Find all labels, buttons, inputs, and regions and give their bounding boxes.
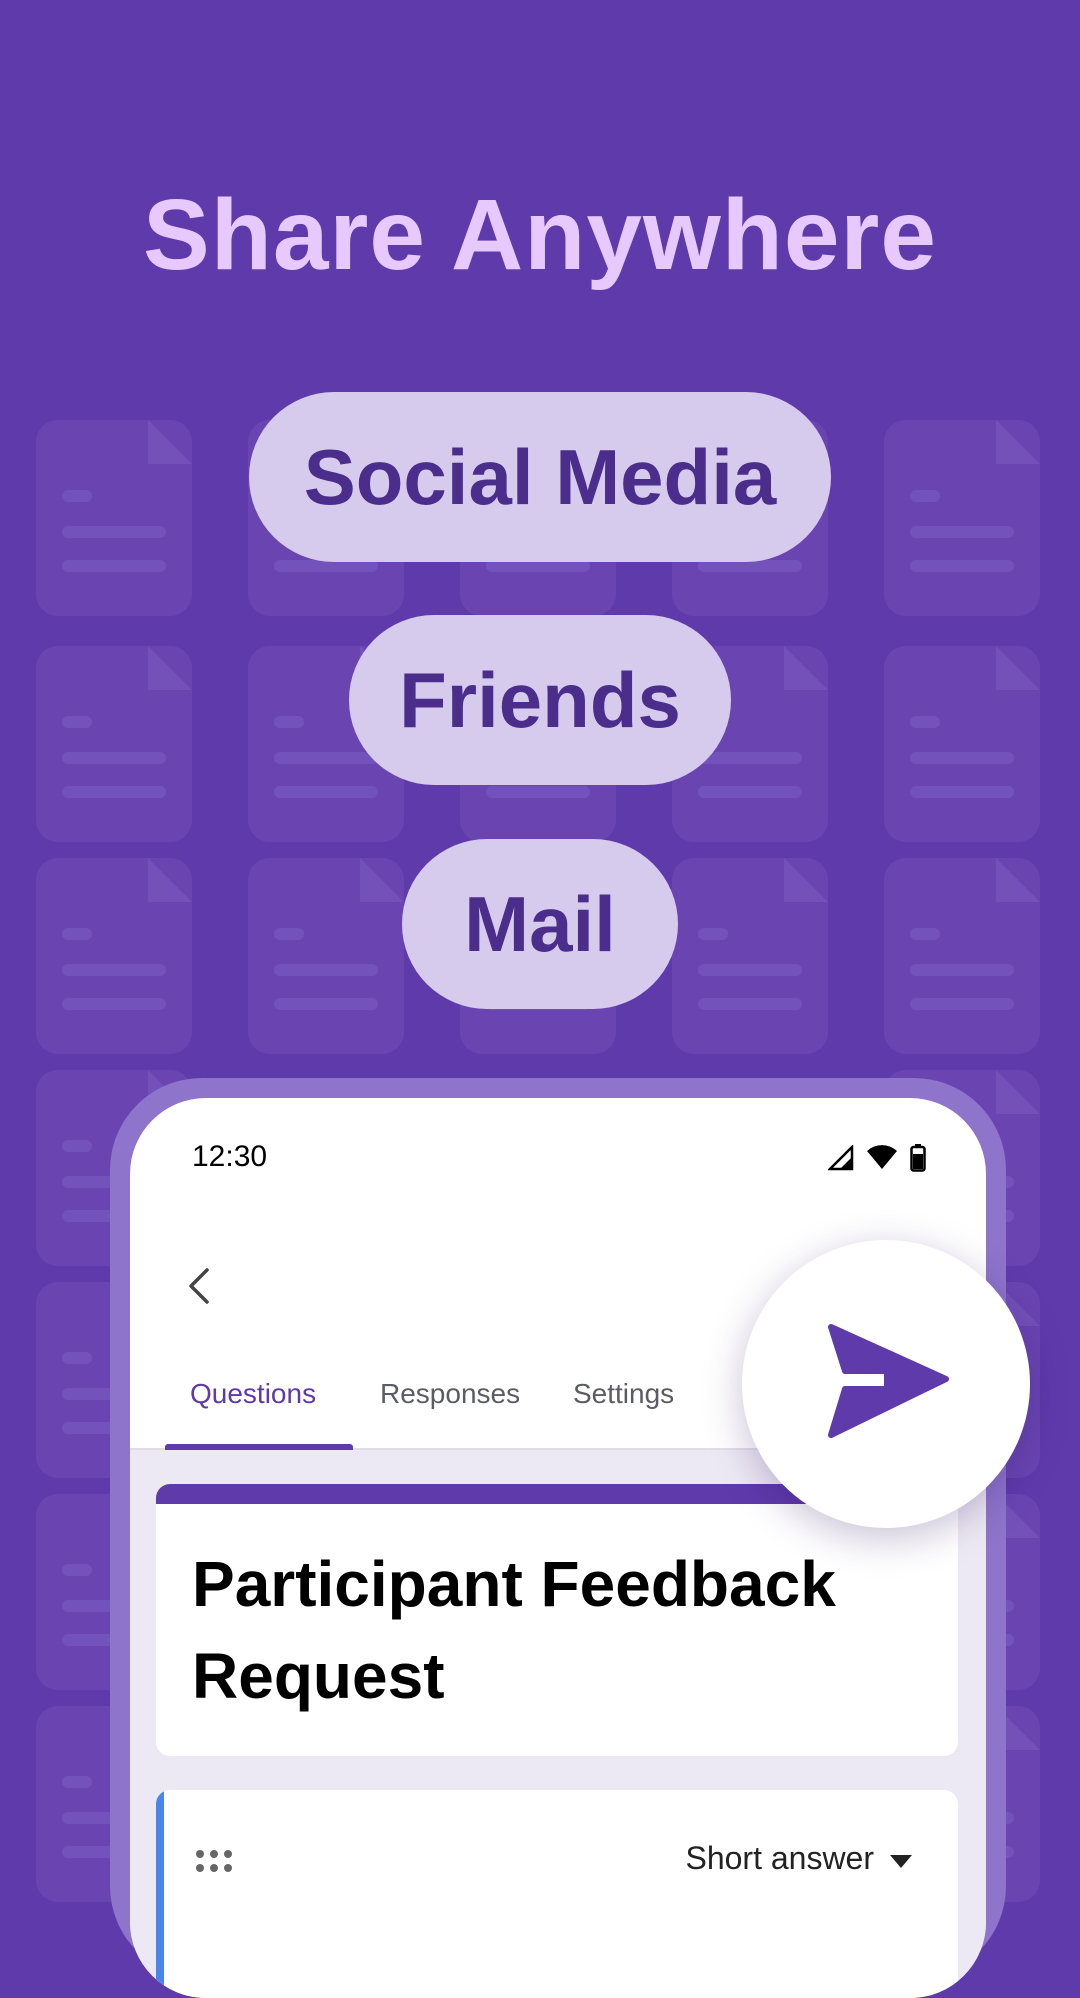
send-button[interactable] (742, 1240, 1030, 1528)
form-title-card[interactable]: Participant Feedback Request (156, 1484, 958, 1756)
doc-tile (248, 858, 404, 1054)
headline: Share Anywhere (143, 179, 937, 291)
tab-questions[interactable]: Questions (190, 1378, 316, 1410)
doc-tile (36, 858, 192, 1054)
drag-handle-icon[interactable] (194, 1848, 234, 1874)
question-card-accent (156, 1790, 164, 1998)
chevron-left-icon[interactable] (180, 1266, 220, 1306)
status-icons (826, 1143, 926, 1177)
doc-tile (884, 646, 1040, 842)
doc-tile (36, 646, 192, 842)
doc-tile (884, 420, 1040, 616)
tab-settings[interactable]: Settings (573, 1378, 674, 1410)
signal-icon (826, 1143, 854, 1176)
doc-tile (672, 858, 828, 1054)
share-option-social-media[interactable]: Social Media (249, 392, 831, 562)
tab-responses[interactable]: Responses (380, 1378, 520, 1410)
send-icon (821, 1317, 951, 1452)
doc-tile (36, 420, 192, 616)
battery-icon (910, 1144, 926, 1177)
form-title[interactable]: Participant Feedback Request (192, 1538, 912, 1722)
share-option-friends[interactable]: Friends (349, 615, 731, 785)
wifi-icon (866, 1145, 898, 1176)
status-time: 12:30 (192, 1140, 268, 1173)
question-card[interactable]: Short answer (156, 1790, 958, 1998)
share-option-mail[interactable]: Mail (402, 839, 678, 1009)
form-area: Participant Feedback Request Short answe… (130, 1450, 986, 1998)
phone-screen: 12:30 Questions Responses Settings Parti… (130, 1098, 986, 1998)
doc-tile (884, 858, 1040, 1054)
caret-down-icon (890, 1840, 912, 1877)
question-type-select[interactable]: Short answer (685, 1840, 912, 1877)
question-type-label: Short answer (685, 1840, 874, 1876)
